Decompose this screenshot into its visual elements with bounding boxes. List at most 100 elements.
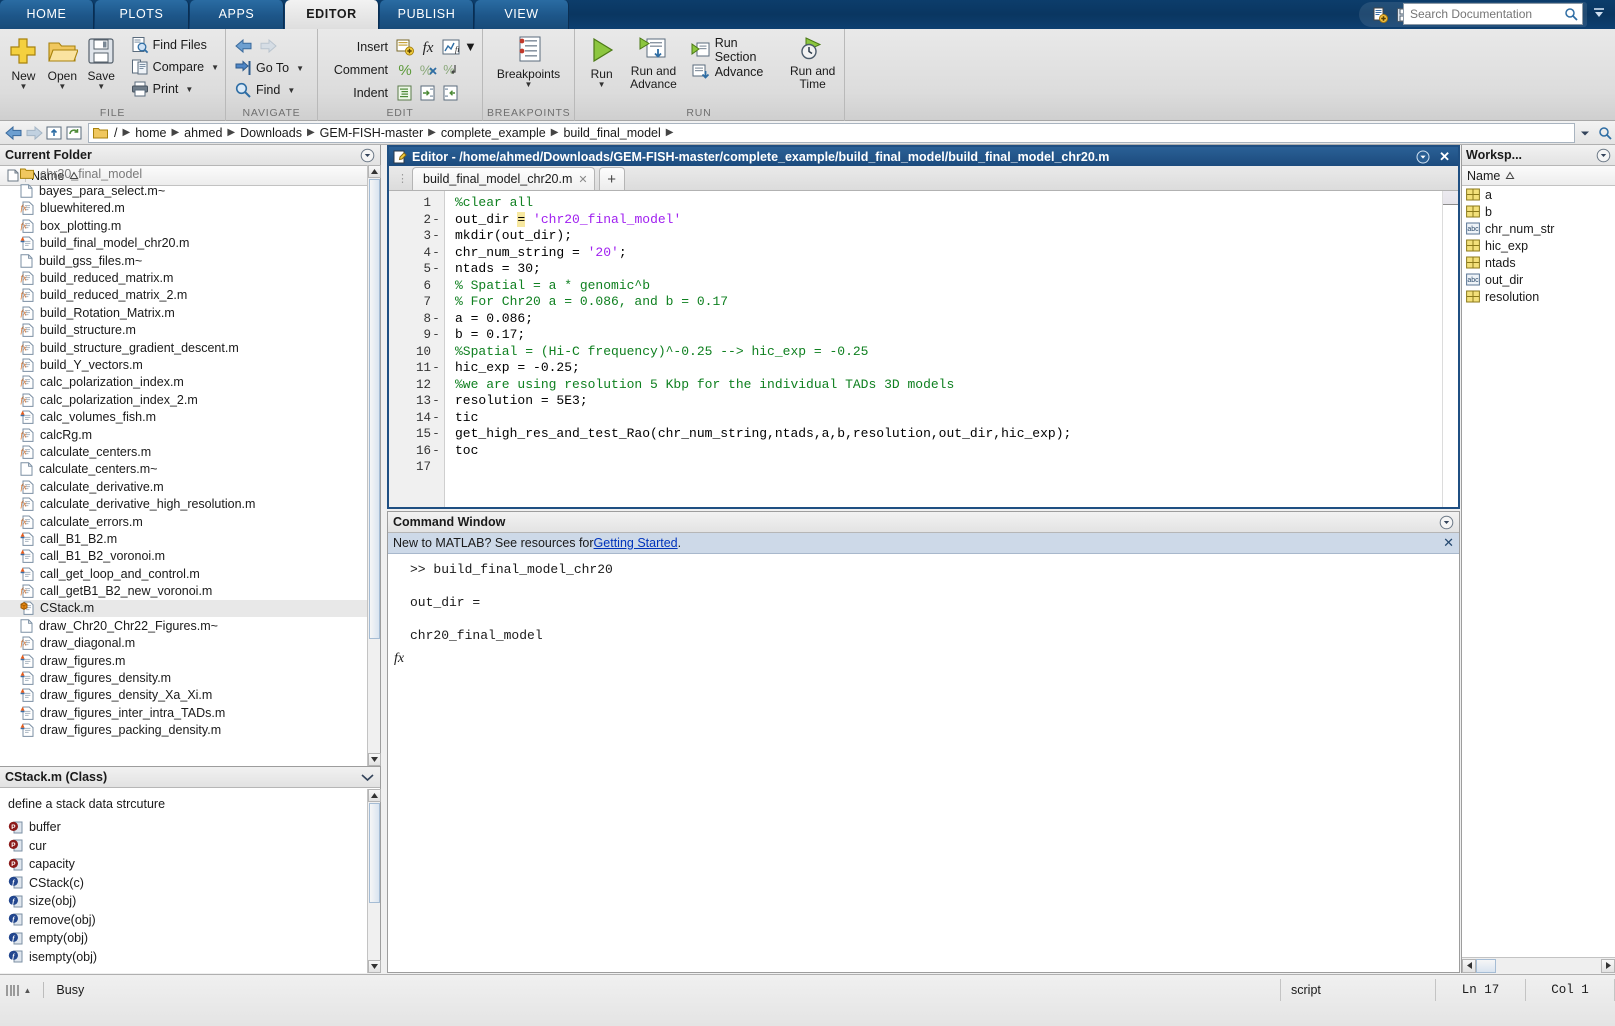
file-list-item[interactable]: fx build_structure.m <box>0 322 367 339</box>
editor-code-line[interactable]: %we are using resolution 5 Kbp for the i… <box>445 377 1442 394</box>
editor-gutter[interactable]: 1 2-3-4-5-6 7 8-9-10 11-12 13-14-15-16-17 <box>389 191 445 507</box>
file-list-item[interactable]: chr20_final_model <box>0 165 367 182</box>
breadcrumb[interactable]: / ▶ home ▶ ahmed ▶ Downloads ▶ GEM-FISH-master ▶… <box>88 122 1575 143</box>
breakpoint-slot[interactable]: - <box>431 312 441 326</box>
print-button[interactable]: Print ▼ <box>129 78 221 100</box>
run-dropdown-caret[interactable]: ▼ <box>598 81 606 89</box>
editor-line-number[interactable]: 15- <box>389 426 444 443</box>
workspace-options-icon[interactable] <box>1596 148 1611 163</box>
file-list[interactable]: chr20_final_model bayes_para_select.m~ fx b… <box>0 165 367 766</box>
editor-code-line[interactable]: %Spatial = (Hi-C frequency)^-0.25 --> hi… <box>445 344 1442 361</box>
editor-code-pane[interactable]: %clear all out_dir = 'chr20_final_model' m… <box>445 191 1442 507</box>
file-list-item[interactable]: calculate_centers.m~ <box>0 461 367 478</box>
file-list-item[interactable]: fx calculate_derivative.m <box>0 478 367 495</box>
advance-button[interactable]: Advance <box>689 61 780 83</box>
scroll-down-arrow[interactable] <box>368 753 381 766</box>
open-dropdown-caret[interactable]: ▼ <box>58 83 66 91</box>
file-list-item[interactable]: draw_figures_packing_density.m <box>0 722 367 739</box>
breakpoint-slot[interactable]: - <box>431 361 441 375</box>
workspace-horizontal-scrollbar[interactable] <box>1462 957 1615 973</box>
new-button[interactable]: New ▼ <box>4 33 43 91</box>
breadcrumb-item[interactable]: build_final_model <box>560 126 663 140</box>
workspace-scroll-left-arrow[interactable] <box>1462 958 1476 973</box>
editor-line-number[interactable]: 17 <box>389 459 444 476</box>
file-list-scrollbar[interactable] <box>367 165 381 766</box>
workspace-scroll-right-arrow[interactable] <box>1601 958 1615 973</box>
search-documentation[interactable] <box>1403 3 1583 25</box>
editor-line-number[interactable]: 1 <box>389 195 444 212</box>
breadcrumb-item[interactable]: Downloads <box>237 126 305 140</box>
details-member-item[interactable]: f size(obj) <box>8 892 367 911</box>
workspace-hscroll-thumb[interactable] <box>1476 958 1496 973</box>
print-dropdown-caret[interactable]: ▼ <box>185 85 193 94</box>
editor-code-line[interactable]: % Spatial = a * genomic^b <box>445 278 1442 295</box>
back-arrow-icon[interactable] <box>234 37 254 55</box>
ribbon-tab-editor[interactable]: EDITOR <box>285 0 379 29</box>
editor-line-number[interactable]: 7 <box>389 294 444 311</box>
insert-plot-icon[interactable]: fi <box>441 38 461 56</box>
find-dropdown-caret[interactable]: ▼ <box>287 86 295 95</box>
file-list-item[interactable]: draw_figures_density_Xa_Xi.m <box>0 687 367 704</box>
breakpoints-button[interactable]: Breakpoints ▼ <box>487 33 570 89</box>
breadcrumb-item[interactable]: home <box>132 126 169 140</box>
editor-code-line[interactable]: a = 0.086; <box>445 311 1442 328</box>
editor-code-line[interactable]: get_high_res_and_test_Rao(chr_num_string… <box>445 426 1442 443</box>
busy-caret-icon[interactable]: ▲ <box>24 986 32 995</box>
current-folder-options-icon[interactable] <box>360 148 375 163</box>
insert-dropdown-caret[interactable]: ▼ <box>464 39 477 54</box>
path-up-icon[interactable] <box>44 123 64 143</box>
editor-analyzer-bar[interactable] <box>1442 191 1458 507</box>
workspace-variable-row[interactable]: hic_exp <box>1462 237 1615 254</box>
workspace-variable-row[interactable]: ntads <box>1462 254 1615 271</box>
open-button[interactable]: Open ▼ <box>43 33 82 91</box>
workspace-variable-row[interactable]: abc out_dir <box>1462 271 1615 288</box>
breakpoint-slot[interactable]: - <box>431 213 441 227</box>
command-window-output[interactable]: >> build_final_model_chr20 out_dir = chr20… <box>410 554 1459 972</box>
file-list-item[interactable]: fx build_structure_gradient_descent.m <box>0 339 367 356</box>
editor-code-line[interactable]: b = 0.17; <box>445 327 1442 344</box>
editor-line-number[interactable]: 3- <box>389 228 444 245</box>
details-member-item[interactable]: f empty(obj) <box>8 929 367 948</box>
compare-button[interactable]: Compare ▼ <box>129 56 221 78</box>
editor-code-line[interactable]: %clear all <box>445 195 1442 212</box>
find-files-button[interactable]: Find Files <box>129 34 221 56</box>
resize-grip-icon[interactable] <box>6 984 19 996</box>
scrollbar-thumb[interactable] <box>369 179 380 639</box>
editor-line-number[interactable]: 8- <box>389 311 444 328</box>
run-button[interactable]: Run ▼ <box>579 33 624 89</box>
editor-line-number[interactable]: 9- <box>389 327 444 344</box>
workspace-variable-row[interactable]: abc chr_num_str <box>1462 220 1615 237</box>
details-scrollbar-thumb[interactable] <box>369 803 380 903</box>
editor-code-line[interactable]: resolution = 5E3; <box>445 393 1442 410</box>
details-member-item[interactable]: f CStack(c) <box>8 874 367 893</box>
run-and-time-button[interactable]: Run and Time <box>785 33 840 91</box>
editor-line-number[interactable]: 4- <box>389 245 444 262</box>
path-forward-icon[interactable] <box>24 123 44 143</box>
breakpoint-slot[interactable]: - <box>431 411 441 425</box>
editor-line-number[interactable]: 13- <box>389 393 444 410</box>
breakpoint-slot[interactable]: - <box>431 444 441 458</box>
details-member-item[interactable]: Pcapacity <box>8 855 367 874</box>
file-list-item[interactable]: call_B1_B2.m <box>0 530 367 547</box>
breakpoint-slot[interactable]: - <box>431 427 441 441</box>
details-member-item[interactable]: Pcur <box>8 837 367 856</box>
file-list-item[interactable]: fx calculate_derivative_high_resolution.m <box>0 495 367 512</box>
editor-code-line[interactable]: mkdir(out_dir); <box>445 228 1442 245</box>
ribbon-tab-apps[interactable]: APPS <box>190 0 284 29</box>
ribbon-tab-home[interactable]: HOME <box>0 0 94 29</box>
file-list-item[interactable]: fx build_Rotation_Matrix.m <box>0 304 367 321</box>
editor-line-number[interactable]: 16- <box>389 443 444 460</box>
details-scroll-up-arrow[interactable] <box>368 789 381 802</box>
getting-started-link[interactable]: Getting Started <box>594 536 678 550</box>
details-member-list[interactable]: Pbuffer Pcur Pcapacity f CStack(c) f size(obj)… <box>8 818 367 966</box>
editor-code-line[interactable]: toc <box>445 443 1442 460</box>
path-dropdown-icon[interactable] <box>1578 126 1592 140</box>
ribbon-tab-plots[interactable]: PLOTS <box>95 0 189 29</box>
details-collapse-icon[interactable] <box>360 772 375 783</box>
details-scroll-down-arrow[interactable] <box>368 960 381 973</box>
editor-code-line[interactable]: out_dir = 'chr20_final_model' <box>445 211 1442 229</box>
file-list-item[interactable]: fx calc_polarization_index_2.m <box>0 391 367 408</box>
go-to-dropdown-caret[interactable]: ▼ <box>296 64 304 73</box>
decrease-indent-icon[interactable] <box>441 84 461 102</box>
find-button[interactable]: Find ▼ <box>232 79 306 101</box>
